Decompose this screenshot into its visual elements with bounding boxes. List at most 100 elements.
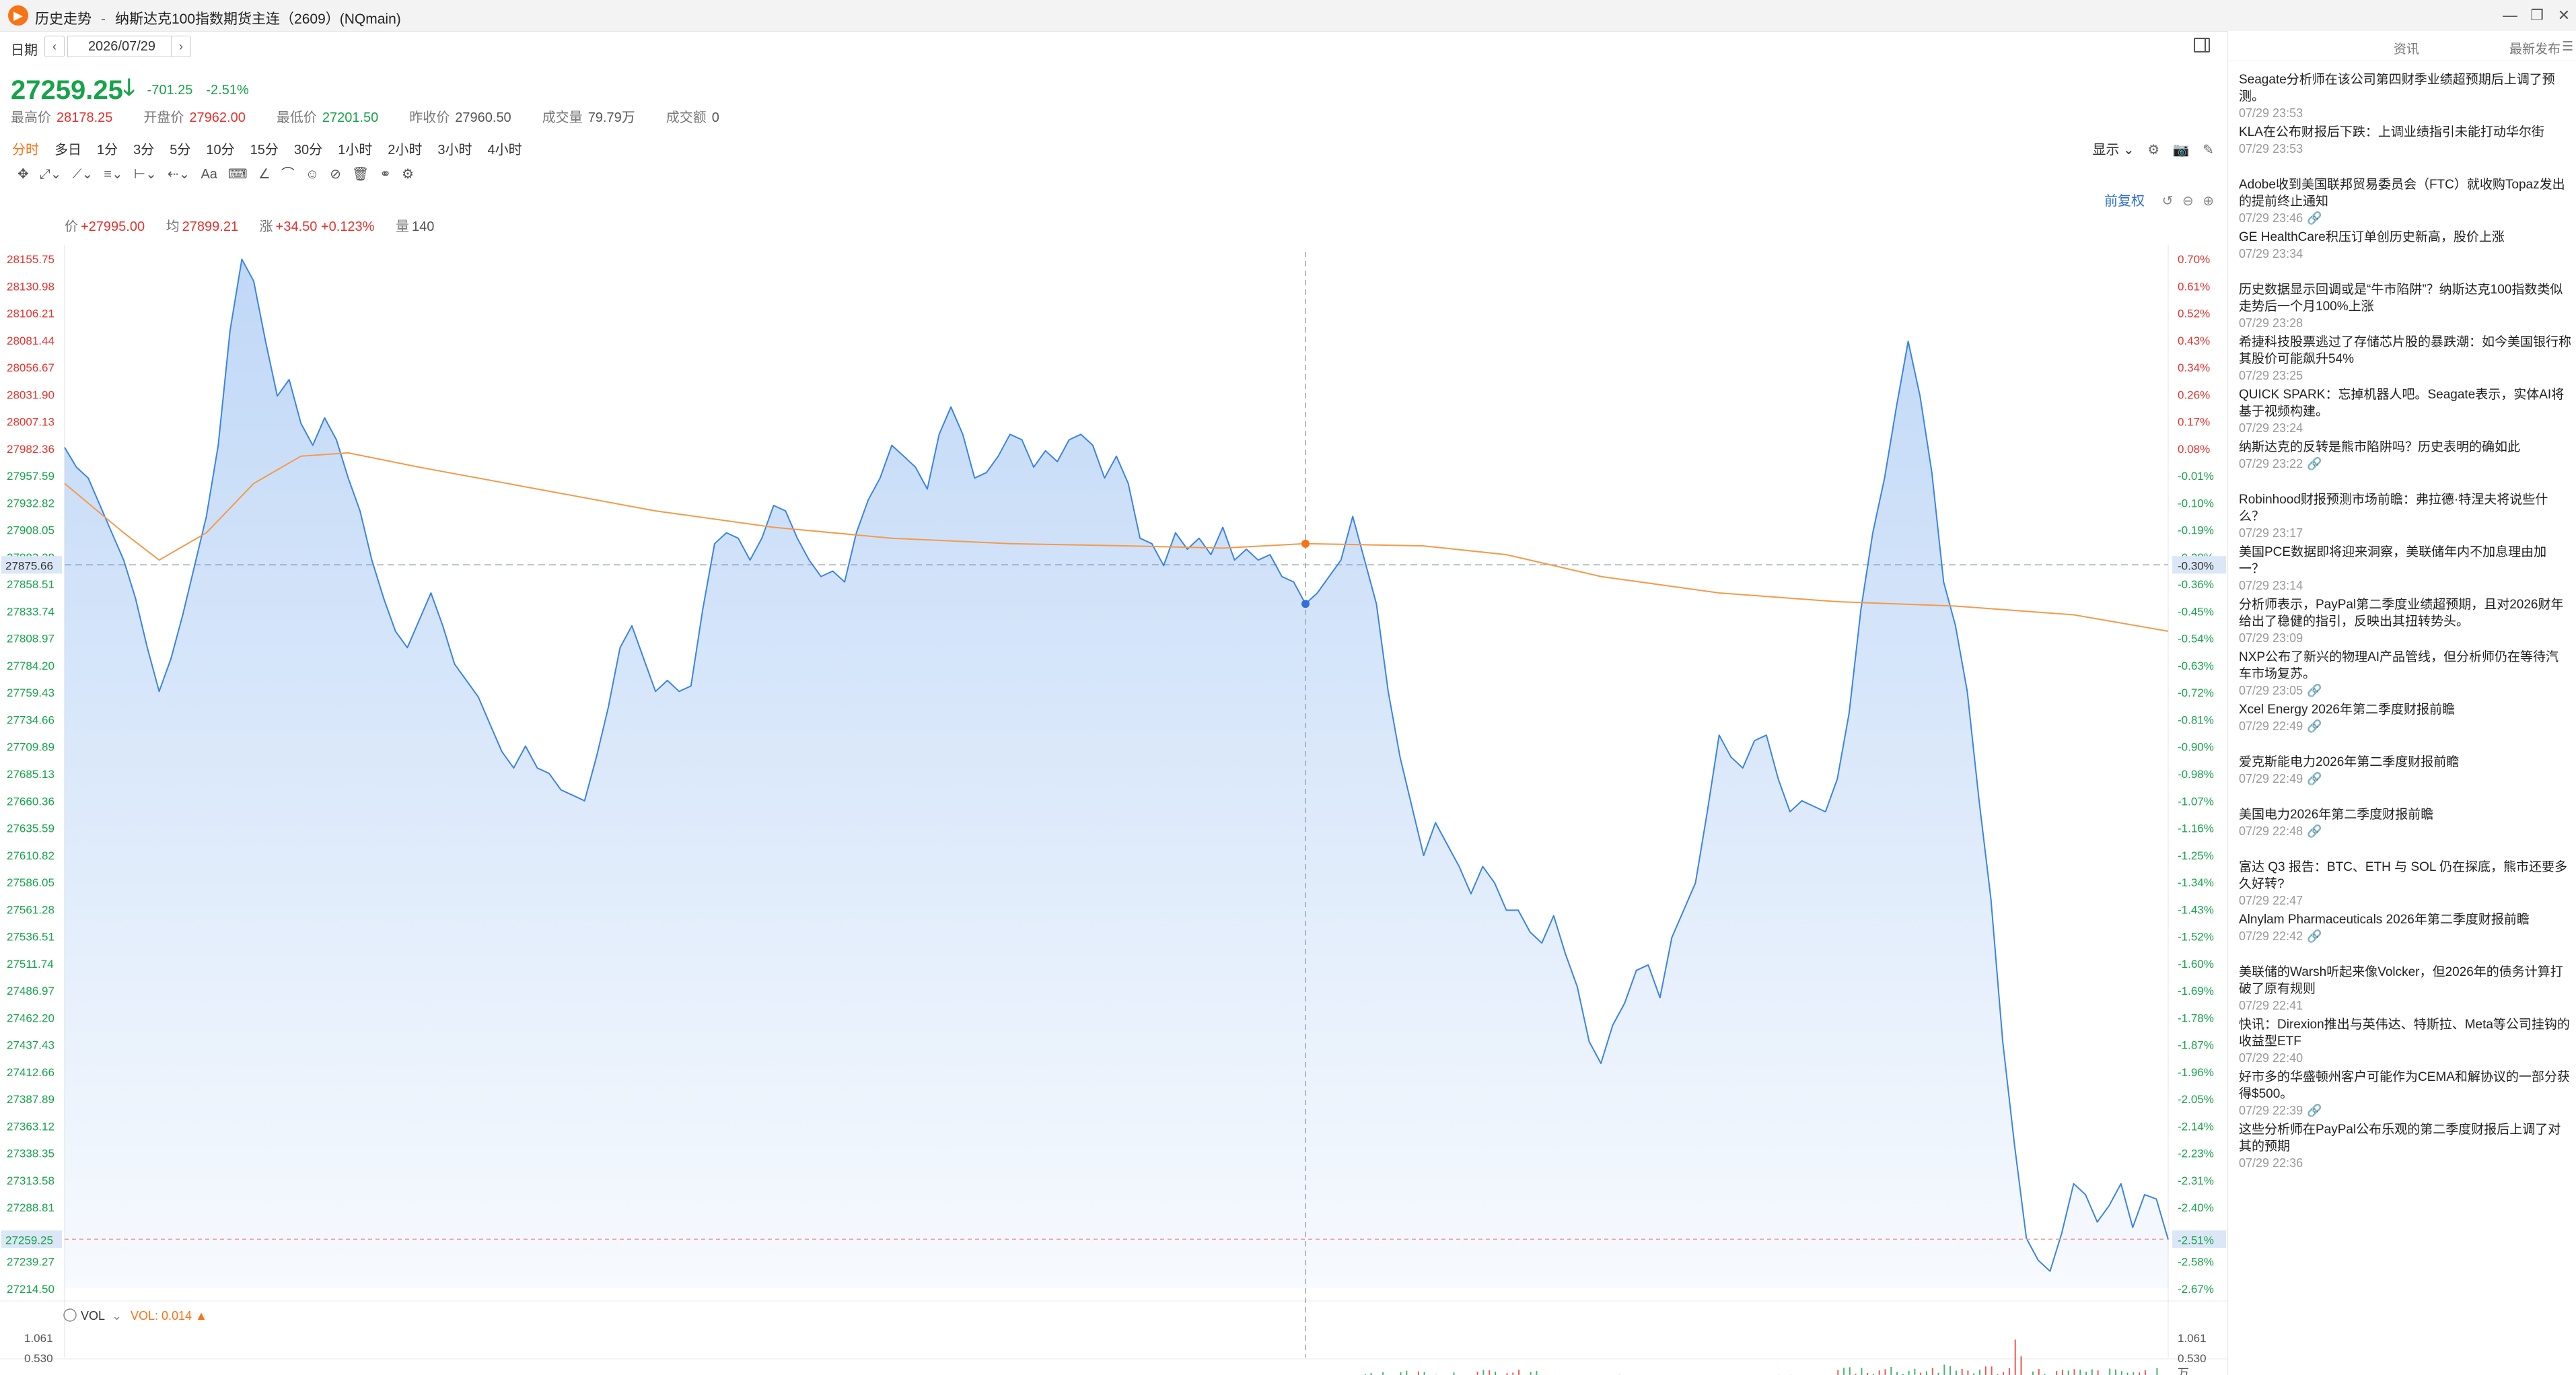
news-title: Adobe收到美国联邦贸易委员会（FTC）就收购Topaz发出的提前终止通知	[2239, 178, 2565, 209]
y-tick-left: 27586.05	[7, 876, 55, 889]
y-tick-left: 28007.13	[7, 416, 55, 429]
crosshair-avg-dot	[1301, 539, 1310, 548]
news-time: 07/29 23:25	[2239, 369, 2303, 382]
news-item[interactable]: 好市多的华盛顿州客户可能作为CEMA和解协议的一部分获得$500。 07/29 2…	[2239, 1069, 2571, 1121]
y-tick-left: 27313.58	[7, 1174, 55, 1187]
y-tick-right: -1.52%	[2178, 931, 2214, 944]
news-title: 好市多的华盛顿州客户可能作为CEMA和解协议的一部分获得$500。	[2239, 1070, 2570, 1101]
chart-area: 日期 ‹ 2026/07/29 › 27259.25🡓 -701.25 -2.51%…	[0, 31, 2227, 1375]
news-time: 07/29 22:49 🔗	[2239, 719, 2322, 733]
news-item[interactable]: GE HealthCare积压订单创历史新高，股价上涨 07/29 23:34	[2239, 229, 2571, 281]
y-tick-right: -1.60%	[2178, 958, 2214, 971]
volume-bar	[1849, 1367, 1851, 1375]
volume-bar	[1382, 1372, 1384, 1375]
news-item[interactable]: QUICK SPARK：忘掉机器人吧。Seagate表示，实体AI将基于视频构建…	[2239, 386, 2571, 438]
news-time: 07/29 22:48 🔗	[2239, 824, 2322, 838]
y-tick-right: 0.17%	[2178, 416, 2210, 429]
restore-button[interactable]: ❐	[2524, 4, 2550, 27]
vol-settings-icon	[63, 1308, 77, 1322]
reference-pct: -0.30%	[2178, 559, 2214, 572]
volume-bar	[2020, 1356, 2022, 1375]
news-item[interactable]: 这些分析师在PayPal公布乐观的第二季度财报后上调了对其的预期 07/29 22…	[2239, 1121, 2571, 1173]
news-item[interactable]: 希捷科技股票逃过了存储芯片股的暴跌潮：如今美国银行称其股价可能飙升54% 07/2…	[2239, 334, 2571, 386]
vol-tick-left: 1.061	[24, 1332, 53, 1345]
crosshair-price-dot	[1301, 600, 1310, 608]
y-tick-right: -2.58%	[2178, 1256, 2214, 1269]
y-tick-left: 27784.20	[7, 660, 55, 672]
y-tick-right: -1.87%	[2178, 1039, 2214, 1052]
news-item[interactable]: 爱克斯能电力2026年第二季度财报前瞻 07/29 22:49 🔗	[2239, 754, 2571, 806]
y-tick-right: -2.40%	[2178, 1201, 2214, 1214]
news-item[interactable]: 富达 Q3 报告：BTC、ETH 与 SOL 仍在探底，熊市还要多久好转? 07/…	[2239, 859, 2571, 911]
link-icon: 🔗	[2307, 824, 2322, 838]
y-tick-left: 27908.05	[7, 524, 55, 537]
tab-news[interactable]: 资讯	[2394, 39, 2419, 57]
y-tick-right: -1.78%	[2178, 1012, 2214, 1024]
app-logo-icon: ▶	[8, 5, 28, 26]
volume-bar	[1400, 1372, 1402, 1375]
news-time: 07/29 23:22 🔗	[2239, 457, 2322, 470]
y-tick-left: 27387.89	[7, 1093, 55, 1106]
volume-bar	[2003, 1372, 2005, 1375]
y-tick-left: 27511.74	[7, 958, 54, 971]
news-time: 07/29 23:53	[2239, 142, 2303, 155]
y-tick-right: -2.05%	[2178, 1093, 2214, 1106]
news-title: Seagate分析师在该公司第四财季业绩超预期后上调了预测。	[2239, 73, 2555, 104]
y-tick-left: 27660.36	[7, 795, 55, 808]
news-item[interactable]: Alnylam Pharmaceuticals 2026年第二季度财报前瞻 07/…	[2239, 911, 2571, 963]
news-item[interactable]: KLA在公布财报后下跌：上调业绩指引未能打动华尔街 07/29 23:53	[2239, 124, 2571, 176]
volume-bar	[1482, 1370, 1484, 1375]
vol-tick-left: 0.530	[24, 1352, 53, 1365]
tab-latest[interactable]: 最新发布	[2509, 39, 2561, 57]
news-item[interactable]: 美联储的Warsh听起来像Volcker，但2026年的债务计算打破了原有规则 0…	[2239, 964, 2571, 1016]
y-tick-right: -0.10%	[2178, 497, 2214, 509]
y-tick-right: -0.36%	[2178, 578, 2214, 591]
news-item[interactable]: Robinhood财报预测市场前瞻：弗拉德·特涅夫将说些什么？ 07/29 23:…	[2239, 491, 2571, 543]
volume-bar	[2120, 1371, 2122, 1375]
news-item[interactable]: Xcel Energy 2026年第二季度财报前瞻 07/29 22:49 🔗	[2239, 701, 2571, 753]
volume-bar	[1914, 1368, 1916, 1375]
y-tick-left: 27759.43	[7, 686, 55, 699]
news-item[interactable]: 分析师表示，PayPal第二季度业绩超预期，且对2026财年给出了稳健的指引，反…	[2239, 596, 2571, 648]
y-tick-left: 27610.82	[7, 849, 55, 862]
volume-bar	[2126, 1372, 2128, 1375]
intraday-chart[interactable]: 28155.75 0.70% 28130.98 0.61% 28106.21 0.52% 2…	[0, 31, 2227, 1375]
news-item[interactable]: 纳斯达克的反转是熊市陷阱吗？历史表明的确如此 07/29 23:22 🔗	[2239, 439, 2571, 491]
volume-bar	[1908, 1370, 1910, 1375]
volume-bar	[1518, 1370, 1520, 1375]
volume-bar	[1530, 1372, 1532, 1375]
vol-tick-right: 0.530	[2178, 1352, 2207, 1365]
news-item[interactable]: 美国电力2026年第二季度财报前瞻 07/29 22:48 🔗	[2239, 806, 2571, 858]
y-tick-right: -2.23%	[2178, 1148, 2214, 1160]
news-item[interactable]: Seagate分析师在该公司第四财季业绩超预期后上调了预测。 07/29 23:5…	[2239, 71, 2571, 123]
close-button[interactable]: ✕	[2550, 4, 2576, 27]
news-time: 07/29 22:42 🔗	[2239, 929, 2322, 943]
vol-tick-right: 1.061	[2178, 1332, 2207, 1345]
news-item[interactable]: Adobe收到美国联邦贸易委员会（FTC）就收购Topaz发出的提前终止通知 07…	[2239, 176, 2571, 228]
volume-bar	[2008, 1368, 2010, 1375]
y-tick-left: 27808.97	[7, 633, 55, 645]
volume-bar	[2079, 1370, 2081, 1375]
news-title: Robinhood财报预测市场前瞻：弗拉德·特涅夫将说些什么？	[2239, 493, 2548, 524]
volume-bar	[1406, 1370, 1408, 1375]
y-tick-right: -0.54%	[2178, 633, 2214, 645]
volume-bar	[2115, 1369, 2116, 1375]
volume-bar	[2109, 1368, 2111, 1375]
y-tick-right: -0.19%	[2178, 524, 2214, 537]
news-item[interactable]: NXP公布了新兴的物理AI产品管线，但分析师仍在等待汽车市场复苏。 07/29 2…	[2239, 649, 2571, 701]
y-tick-right: -1.96%	[2178, 1066, 2214, 1079]
news-item[interactable]: 历史数据显示回调或是“牛市陷阱”？纳斯达克100指数类似走势后一个月100%上涨…	[2239, 281, 2571, 333]
news-time: 07/29 23:28	[2239, 316, 2303, 330]
y-tick-right: -0.90%	[2178, 741, 2214, 754]
y-tick-right: 0.08%	[2178, 443, 2210, 456]
news-time: 07/29 23:34	[2239, 247, 2303, 260]
minimize-button[interactable]: —	[2497, 4, 2524, 27]
news-item[interactable]: 快讯：Direxion推出与英伟达、特斯拉、Meta等公司挂钩的收益型ETF 07…	[2239, 1016, 2571, 1068]
y-tick-right: -1.25%	[2178, 849, 2214, 862]
link-icon: 🔗	[2307, 1104, 2322, 1117]
volume-bar	[2056, 1371, 2058, 1375]
vol-unit: 万	[2178, 1367, 2189, 1375]
volume-bar	[2073, 1369, 2075, 1375]
news-item[interactable]: 美国PCE数据即将迎来洞察，美联储年内不加息理由加一？ 07/29 23:14	[2239, 544, 2571, 596]
sort-icon[interactable]: ☰	[2562, 39, 2573, 55]
